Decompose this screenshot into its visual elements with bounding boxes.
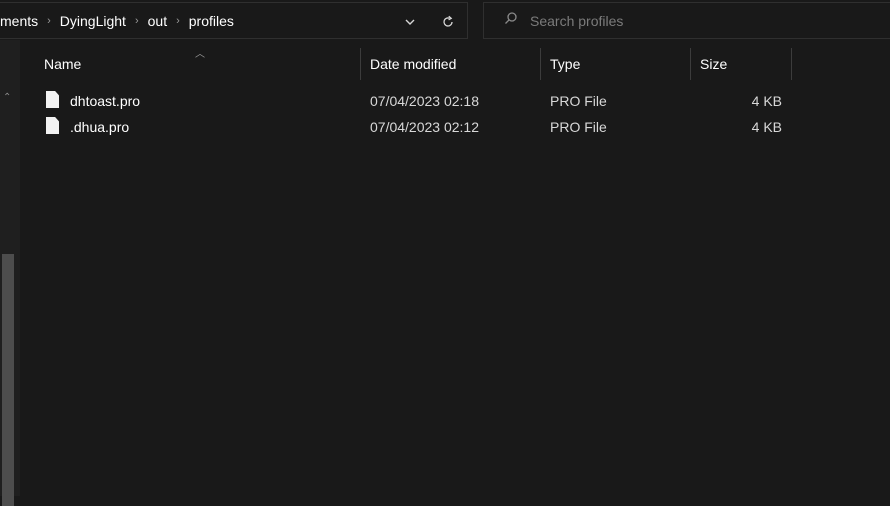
file-date-modified: 07/04/2023 02:18 (370, 93, 479, 109)
breadcrumb-profiles[interactable]: profiles (189, 13, 234, 29)
column-divider[interactable] (540, 48, 541, 80)
column-headers: Name ︿ Date modified Type Size (20, 46, 800, 82)
column-divider[interactable] (360, 48, 361, 80)
column-divider[interactable] (690, 48, 691, 80)
column-header-type[interactable]: Type (550, 46, 580, 82)
column-header-size[interactable]: Size (700, 46, 727, 82)
navigation-pane-scrollbar[interactable]: ⌃ (0, 40, 20, 506)
search-input[interactable]: Search profiles (483, 2, 890, 39)
sort-ascending-icon: ︿ (195, 49, 205, 60)
breadcrumb-separator[interactable]: › (135, 15, 139, 27)
file-type: PRO File (550, 93, 607, 109)
file-date-modified: 07/04/2023 02:12 (370, 119, 479, 135)
breadcrumb-separator[interactable]: › (47, 15, 51, 27)
file-icon (46, 117, 59, 134)
search-icon (504, 11, 518, 30)
column-header-name[interactable]: Name (44, 46, 81, 82)
file-list: dhtoast.pro 07/04/2023 02:18 PRO File 4 … (20, 88, 820, 140)
file-type: PRO File (550, 119, 607, 135)
breadcrumb-dyinglight[interactable]: DyingLight (60, 13, 126, 29)
file-size: 4 KB (751, 93, 782, 109)
scrollbar-thumb[interactable] (2, 254, 14, 506)
file-name: dhtoast.pro (70, 93, 141, 109)
column-header-date-modified[interactable]: Date modified (370, 46, 456, 82)
file-row[interactable]: .dhua.pro 07/04/2023 02:12 PRO File 4 KB (20, 114, 820, 140)
top-bar: ments › DyingLight › out › profiles Sear… (0, 0, 890, 40)
scroll-up-icon[interactable]: ⌃ (3, 92, 11, 103)
file-icon (46, 91, 59, 108)
address-bar[interactable]: ments › DyingLight › out › profiles (0, 2, 468, 39)
breadcrumb-out[interactable]: out (148, 13, 167, 29)
file-row[interactable]: dhtoast.pro 07/04/2023 02:18 PRO File 4 … (20, 88, 820, 114)
breadcrumb-documents[interactable]: ments (0, 13, 38, 29)
search-placeholder: Search profiles (530, 12, 624, 29)
chevron-down-icon[interactable] (395, 3, 425, 40)
file-size: 4 KB (751, 119, 782, 135)
breadcrumb-separator[interactable]: › (176, 15, 180, 27)
breadcrumb: ments › DyingLight › out › profiles (0, 3, 234, 38)
refresh-icon[interactable] (433, 3, 463, 40)
file-name: .dhua.pro (70, 119, 130, 135)
column-divider[interactable] (791, 48, 792, 80)
